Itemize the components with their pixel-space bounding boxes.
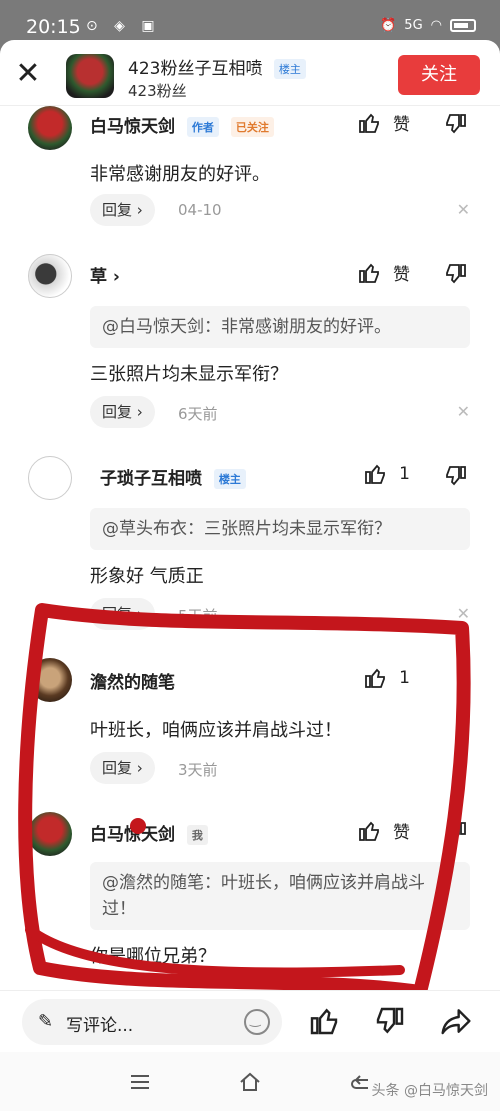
thumbs-up-icon bbox=[359, 113, 379, 133]
quoted-comment: @澹然的随笔：叶班长，咱俩应该并肩战斗过！ bbox=[90, 862, 470, 930]
share-icon[interactable] bbox=[440, 1005, 472, 1037]
thumbs-down-icon[interactable] bbox=[444, 112, 468, 136]
thumbs-up-icon bbox=[359, 821, 379, 841]
system-icons: ⏰ 5G ◠ bbox=[380, 18, 476, 33]
page-title: 423粉丝子互相喷 bbox=[128, 59, 263, 79]
me-badge: 我 bbox=[186, 825, 208, 845]
commenter-name[interactable]: 白马惊天剑 bbox=[90, 117, 175, 137]
thumbs-up-icon bbox=[359, 263, 379, 283]
quoted-comment: @白马惊天剑：非常感谢朋友的好评。 bbox=[90, 306, 470, 348]
close-icon[interactable]: ✕ bbox=[457, 604, 470, 623]
reply-button[interactable]: 回复 › bbox=[90, 598, 155, 630]
comment-text: 你是哪位兄弟？ bbox=[90, 946, 216, 967]
owner-badge: 楼主 bbox=[273, 59, 306, 79]
like-button[interactable]: 赞 bbox=[357, 818, 410, 843]
like-button[interactable]: 赞 bbox=[357, 110, 410, 135]
emoji-icon[interactable] bbox=[244, 1009, 270, 1035]
back-icon[interactable] bbox=[348, 1070, 372, 1094]
thumbs-down-icon[interactable] bbox=[444, 464, 468, 488]
avatar[interactable] bbox=[28, 254, 72, 298]
watermark: 头条 @白马惊天剑 bbox=[371, 1083, 488, 1099]
like-button[interactable]: 1 bbox=[363, 666, 410, 690]
like-button[interactable]: 1 bbox=[363, 462, 410, 486]
comment-text: 三张照片均未显示军衔？ bbox=[90, 364, 288, 385]
close-icon[interactable]: ✕ bbox=[457, 200, 470, 219]
avatar[interactable] bbox=[66, 54, 114, 98]
following-badge: 已关注 bbox=[230, 117, 274, 137]
comment-input-placeholder: 写评论... bbox=[66, 1016, 134, 1036]
like-count: 1 bbox=[399, 464, 410, 484]
follower-count: 423粉丝 bbox=[128, 82, 187, 100]
follow-button[interactable]: 关注 bbox=[398, 55, 480, 95]
avatar[interactable] bbox=[28, 106, 72, 150]
comment-date: 6天前 bbox=[178, 405, 218, 423]
avatar[interactable] bbox=[28, 658, 72, 702]
avatar[interactable] bbox=[28, 456, 72, 500]
thumbs-down-icon[interactable] bbox=[444, 820, 468, 844]
battery-icon bbox=[450, 19, 476, 32]
wifi-icon: ◠ bbox=[430, 18, 442, 33]
thumbs-up-icon bbox=[365, 668, 386, 688]
comment-date: 5天前 bbox=[178, 607, 218, 625]
like-label: 赞 bbox=[393, 115, 410, 135]
like-label: 赞 bbox=[393, 823, 410, 843]
header: ✕ 423粉丝子互相喷 楼主 423粉丝 关注 bbox=[0, 40, 500, 106]
reply-button[interactable]: 回复 › bbox=[90, 194, 155, 226]
close-icon[interactable]: ✕ bbox=[457, 402, 470, 421]
comment-text: 形象好 气质正 bbox=[90, 566, 204, 587]
author-badge: 作者 bbox=[186, 117, 219, 137]
commenter-name[interactable]: 子琐子互相喷 bbox=[100, 469, 202, 489]
thumbs-up-icon bbox=[365, 464, 386, 484]
like-count: 1 bbox=[399, 668, 410, 688]
clock: 20:15 bbox=[26, 16, 81, 38]
commenter-name[interactable]: 草 bbox=[90, 267, 107, 287]
thumbs-down-icon[interactable] bbox=[374, 1005, 406, 1037]
quoted-comment: @草头布衣：三张照片均未显示军衔？ bbox=[90, 508, 470, 550]
owner-badge: 楼主 bbox=[213, 469, 246, 489]
alarm-icon: ⏰ bbox=[380, 18, 397, 33]
home-icon[interactable] bbox=[238, 1070, 262, 1094]
commenter-name[interactable]: 澹然的随笔 bbox=[90, 668, 175, 693]
comment-input[interactable]: ✎ 写评论... bbox=[22, 999, 282, 1045]
pen-icon: ✎ bbox=[38, 1011, 54, 1032]
reply-button[interactable]: 回复 › bbox=[90, 396, 155, 428]
close-icon[interactable]: ✕ bbox=[14, 59, 42, 89]
chevron-right-icon: › bbox=[112, 267, 120, 287]
comment-date: 04-10 bbox=[178, 201, 222, 219]
comment-text: 非常感谢朋友的好评。 bbox=[90, 164, 270, 185]
reply-button[interactable]: 回复 › bbox=[90, 752, 155, 784]
menu-icon[interactable] bbox=[128, 1070, 152, 1094]
like-label: 赞 bbox=[393, 265, 410, 285]
comment-text: 叶班长，咱俩应该并肩战斗过！ bbox=[90, 720, 342, 741]
comment-date: 3天前 bbox=[178, 761, 218, 779]
notification-icons: ⊙ ◈ ▣ bbox=[86, 18, 161, 34]
commenter-name[interactable]: 白马惊天剑 bbox=[90, 825, 175, 845]
thumbs-up-icon[interactable] bbox=[308, 1005, 340, 1037]
signal-label: 5G bbox=[404, 18, 423, 33]
bottom-bar: ✎ 写评论... bbox=[0, 990, 500, 1052]
thumbs-down-icon[interactable] bbox=[444, 262, 468, 286]
like-button[interactable]: 赞 bbox=[357, 260, 410, 285]
avatar[interactable] bbox=[28, 812, 72, 856]
